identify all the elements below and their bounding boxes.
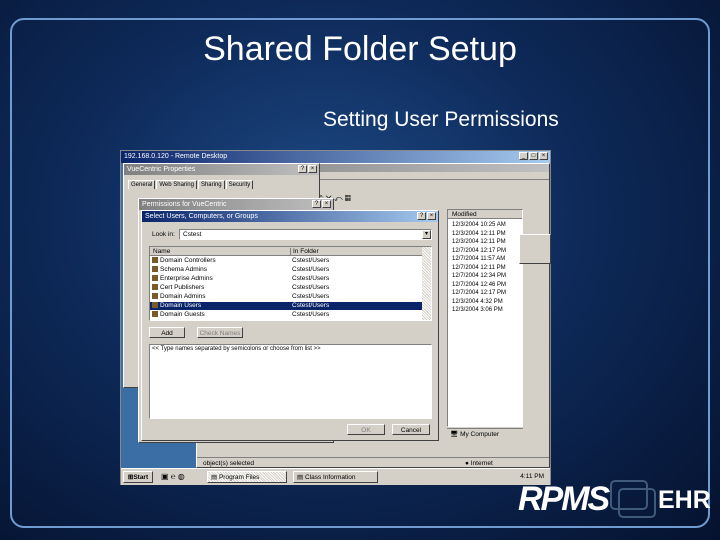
help-button[interactable]: ?	[417, 212, 426, 220]
user-folder: Cstest/Users	[292, 293, 330, 300]
group-icon	[152, 284, 158, 291]
slide-subtitle: Setting User Permissions	[323, 108, 559, 131]
user-folder: Cstest/Users	[292, 302, 330, 309]
modified-cell: 12/7/2004 12:17 PM	[452, 290, 507, 296]
quick-launch-icons[interactable]: ▣ ℮ ◍	[161, 472, 185, 481]
tab-sharing[interactable]: Sharing	[197, 180, 225, 189]
modified-cell: 12/3/2004 10:25 AM	[452, 222, 506, 228]
group-icon	[152, 257, 158, 264]
user-name: Enterprise Admins	[160, 275, 213, 282]
modified-cell: 12/7/2004 12:34 PM	[452, 273, 507, 279]
user-row[interactable]: Domain Users Cstest/Users	[150, 302, 422, 310]
user-name: Domain Guests	[160, 311, 205, 318]
group-icon	[152, 266, 158, 273]
select-users-dialog: Select Users, Computers, or Groups ? × L…	[141, 210, 439, 441]
file-list: Modified 12/3/2004 10:25 AM 12/3/2004 12:…	[447, 209, 523, 427]
modified-cell: 12/7/2004 12:46 PM	[452, 281, 507, 288]
start-button[interactable]: ⊞Start	[123, 471, 153, 483]
maximize-button[interactable]: □	[529, 152, 538, 160]
group-icon	[152, 293, 158, 300]
list-scrollbar[interactable]	[422, 247, 431, 320]
task-program-files[interactable]: ▤ Program Files	[207, 471, 287, 483]
user-folder: Cstest/Users	[292, 266, 330, 273]
group-icon	[152, 302, 158, 309]
tab-security[interactable]: Security	[225, 180, 254, 189]
tab-general[interactable]: General	[128, 180, 156, 189]
name-column-header[interactable]: Name	[153, 248, 170, 255]
modified-cell: 12/7/2004 12:11 PM	[452, 264, 506, 271]
folder-column-header[interactable]: In Folder	[290, 248, 319, 255]
my-computer-label: My Computer	[460, 431, 500, 438]
taskbar: ⊞Start ▣ ℮ ◍ ▤ Program Files ▤ Class Inf…	[121, 468, 550, 485]
user-folder: Cstest/Users	[292, 311, 330, 318]
user-row[interactable]: Cert Publishers Cstest/Users	[150, 284, 422, 292]
permissions-titlebar: Permissions for VueCentric	[139, 199, 333, 210]
close-button[interactable]: ×	[539, 152, 548, 160]
user-folder: Cstest/Users	[292, 275, 330, 282]
user-name: Domain Admins	[160, 293, 206, 300]
tab-web-sharing[interactable]: Web Sharing	[156, 180, 197, 189]
add-button[interactable]: Add	[149, 327, 185, 338]
look-in-select[interactable]: Cstest ▾	[179, 229, 432, 240]
check-names-button[interactable]: Check Names	[197, 327, 243, 338]
user-row[interactable]: Schema Admins Cstest/Users	[150, 266, 422, 274]
remote-desktop-titlebar: 192.168.0.120 - Remote Desktop	[121, 151, 550, 163]
user-row[interactable]: Enterprise Admins Cstest/Users	[150, 275, 422, 283]
user-row[interactable]: Domain Admins Cstest/Users	[150, 293, 422, 301]
user-name: Domain Users	[160, 302, 202, 309]
side-window	[519, 234, 551, 264]
modified-cell: 12/3/2004 3:06 PM	[452, 307, 503, 313]
rpms-ehr-logo: RPMS EHR	[518, 480, 711, 518]
user-name: Schema Admins	[160, 266, 207, 273]
group-icon	[152, 311, 158, 318]
user-folder: Cstest/Users	[292, 257, 330, 264]
task-class-information[interactable]: ▤ Class Information	[293, 471, 378, 483]
cancel-button[interactable]: Cancel	[392, 424, 430, 435]
users-list[interactable]: Name In Folder Domain Controllers Cstest/…	[149, 246, 432, 321]
slide-title: Shared Folder Setup	[203, 30, 517, 68]
status-text: object(s) selected	[203, 460, 254, 467]
properties-titlebar: VueCentric Properties	[124, 164, 319, 175]
user-row[interactable]: Domain Guests Cstest/Users	[150, 311, 422, 319]
select-users-titlebar: Select Users, Computers, or Groups	[142, 211, 438, 222]
user-folder: Cstest/Users	[292, 284, 330, 291]
group-icon	[152, 275, 158, 282]
modified-column-header[interactable]: Modified	[452, 211, 477, 218]
user-row[interactable]: Domain Controllers Cstest/Users	[150, 257, 422, 265]
modified-cell: 12/7/2004 11:57 AM	[452, 256, 506, 262]
ok-button[interactable]: OK	[347, 424, 385, 435]
chevron-down-icon[interactable]: ▾	[422, 230, 431, 239]
minimize-button[interactable]: _	[519, 152, 528, 160]
modified-cell: 12/3/2004 12:11 PM	[452, 230, 506, 237]
modified-cell: 12/7/2004 12:17 PM	[452, 247, 507, 254]
dialog-close-button[interactable]: ×	[427, 212, 436, 220]
remote-desktop-window: 192.168.0.120 - Remote Desktop _ □ × ⎘ ✕…	[120, 150, 551, 485]
look-in-label: Look in:	[152, 231, 175, 238]
user-name: Domain Controllers	[160, 257, 216, 264]
internet-zone: ● Internet	[465, 460, 493, 467]
names-textarea[interactable]: << Type names separated by semicolons or…	[149, 344, 432, 419]
user-name: Cert Publishers	[160, 284, 205, 291]
modified-cell: 12/3/2004 4:32 PM	[452, 298, 503, 305]
modified-cell: 12/3/2004 12:11 PM	[452, 239, 506, 245]
